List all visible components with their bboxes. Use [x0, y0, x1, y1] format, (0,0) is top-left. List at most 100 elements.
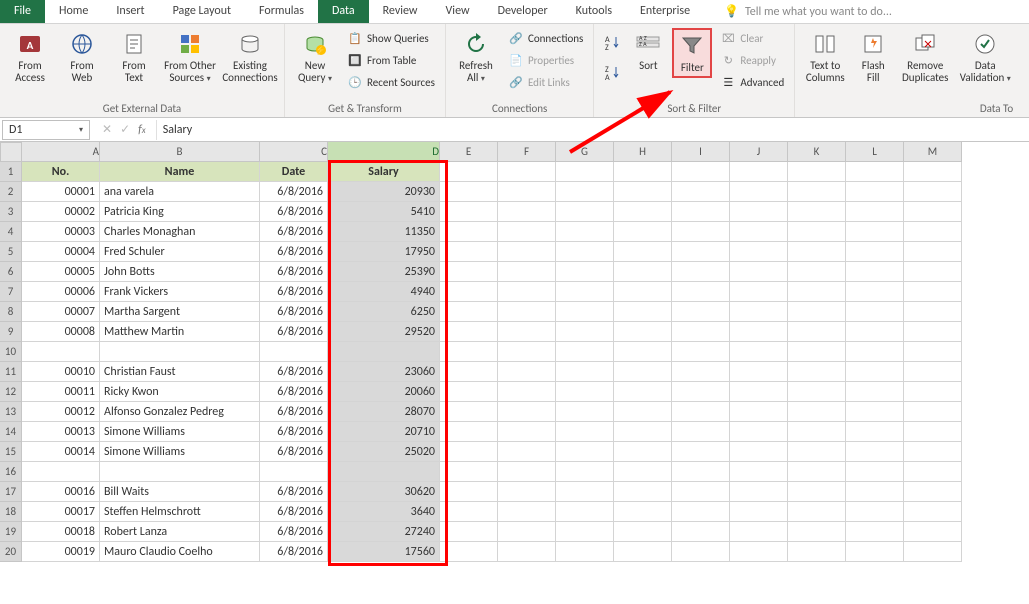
cell-D8[interactable]: 6250 — [328, 302, 440, 322]
cell-D7[interactable]: 4940 — [328, 282, 440, 302]
remove-duplicates-button[interactable]: RemoveDuplicates — [897, 28, 953, 86]
row-12[interactable]: 12 — [0, 382, 22, 402]
cell[interactable] — [672, 262, 730, 282]
cell[interactable] — [440, 482, 498, 502]
flash-fill-button[interactable]: FlashFill — [853, 28, 893, 86]
cell[interactable] — [498, 442, 556, 462]
cell-B18[interactable]: Steffen Helmschrott — [100, 502, 260, 522]
cell[interactable] — [440, 442, 498, 462]
cell-A5[interactable]: 00004 — [22, 242, 100, 262]
cell-A2[interactable]: 00001 — [22, 182, 100, 202]
col-B[interactable]: B — [100, 142, 260, 162]
cell[interactable] — [672, 502, 730, 522]
cell-D12[interactable]: 20060 — [328, 382, 440, 402]
cell-B16[interactable] — [100, 462, 260, 482]
row-1[interactable]: 1 — [0, 162, 22, 182]
cell-B6[interactable]: John Botts — [100, 262, 260, 282]
cell[interactable] — [904, 422, 962, 442]
cell-A11[interactable]: 00010 — [22, 362, 100, 382]
cell[interactable] — [498, 182, 556, 202]
cell[interactable] — [498, 302, 556, 322]
cell-A8[interactable]: 00007 — [22, 302, 100, 322]
cell-A6[interactable]: 00005 — [22, 262, 100, 282]
fx-icon[interactable]: fx — [138, 123, 146, 137]
cell[interactable] — [556, 282, 614, 302]
cell-B15[interactable]: Simone Williams — [100, 442, 260, 462]
row-5[interactable]: 5 — [0, 242, 22, 262]
cell[interactable] — [440, 282, 498, 302]
cell-B20[interactable]: Mauro Claudio Coelho — [100, 542, 260, 562]
cell-A7[interactable]: 00006 — [22, 282, 100, 302]
cell-D15[interactable]: 25020 — [328, 442, 440, 462]
row-16[interactable]: 16 — [0, 462, 22, 482]
cell[interactable] — [730, 242, 788, 262]
cell[interactable] — [788, 462, 846, 482]
cell[interactable] — [788, 182, 846, 202]
tab-home[interactable]: Home — [45, 0, 102, 23]
cell[interactable] — [846, 502, 904, 522]
cell[interactable] — [614, 362, 672, 382]
cell[interactable] — [788, 422, 846, 442]
cell[interactable] — [904, 522, 962, 542]
cell-B7[interactable]: Frank Vickers — [100, 282, 260, 302]
cell[interactable] — [440, 502, 498, 522]
cell[interactable] — [904, 282, 962, 302]
cell-C17[interactable]: 6/8/2016 — [260, 482, 328, 502]
cell-C2[interactable]: 6/8/2016 — [260, 182, 328, 202]
from-web-button[interactable]: FromWeb — [58, 28, 106, 86]
cell[interactable] — [440, 362, 498, 382]
cell[interactable] — [846, 402, 904, 422]
row-11[interactable]: 11 — [0, 362, 22, 382]
row-10[interactable]: 10 — [0, 342, 22, 362]
cell-C11[interactable]: 6/8/2016 — [260, 362, 328, 382]
cell[interactable] — [904, 382, 962, 402]
cell[interactable] — [614, 502, 672, 522]
cell[interactable] — [730, 202, 788, 222]
cell[interactable] — [498, 542, 556, 562]
text-to-columns-button[interactable]: Text toColumns — [801, 28, 849, 86]
cell[interactable] — [672, 442, 730, 462]
cell-B14[interactable]: Simone Williams — [100, 422, 260, 442]
cell-D9[interactable]: 29520 — [328, 322, 440, 342]
cell[interactable] — [672, 482, 730, 502]
cell[interactable] — [672, 242, 730, 262]
cell-A4[interactable]: 00003 — [22, 222, 100, 242]
cell[interactable] — [498, 222, 556, 242]
cell-C19[interactable]: 6/8/2016 — [260, 522, 328, 542]
cell-D3[interactable]: 5410 — [328, 202, 440, 222]
cell[interactable] — [672, 222, 730, 242]
cell-A19[interactable]: 00018 — [22, 522, 100, 542]
cell[interactable] — [788, 202, 846, 222]
cell[interactable] — [440, 242, 498, 262]
row-15[interactable]: 15 — [0, 442, 22, 462]
data-validation-button[interactable]: DataValidation ▾ — [957, 28, 1013, 87]
col-L[interactable]: L — [846, 142, 904, 162]
cell-D13[interactable]: 28070 — [328, 402, 440, 422]
tab-file[interactable]: File — [0, 0, 45, 23]
cell-A9[interactable]: 00008 — [22, 322, 100, 342]
cell-D11[interactable]: 23060 — [328, 362, 440, 382]
cell[interactable] — [556, 482, 614, 502]
row-6[interactable]: 6 — [0, 262, 22, 282]
cell[interactable] — [498, 402, 556, 422]
cell[interactable] — [498, 462, 556, 482]
cell-B9[interactable]: Matthew Martin — [100, 322, 260, 342]
formula-input[interactable]: Salary — [156, 120, 1029, 140]
cell[interactable] — [498, 382, 556, 402]
col-C[interactable]: C — [260, 142, 328, 162]
cell[interactable] — [614, 202, 672, 222]
cell[interactable] — [498, 242, 556, 262]
cell-B19[interactable]: Robert Lanza — [100, 522, 260, 542]
cell[interactable] — [788, 222, 846, 242]
cell[interactable] — [788, 262, 846, 282]
name-box[interactable]: D1▾ — [2, 120, 90, 140]
cell[interactable] — [614, 182, 672, 202]
cell[interactable] — [556, 402, 614, 422]
cell[interactable] — [730, 502, 788, 522]
cell[interactable] — [556, 382, 614, 402]
cell[interactable] — [846, 462, 904, 482]
cell[interactable] — [614, 342, 672, 362]
cell[interactable] — [904, 502, 962, 522]
col-H[interactable]: H — [614, 142, 672, 162]
cell-C13[interactable]: 6/8/2016 — [260, 402, 328, 422]
